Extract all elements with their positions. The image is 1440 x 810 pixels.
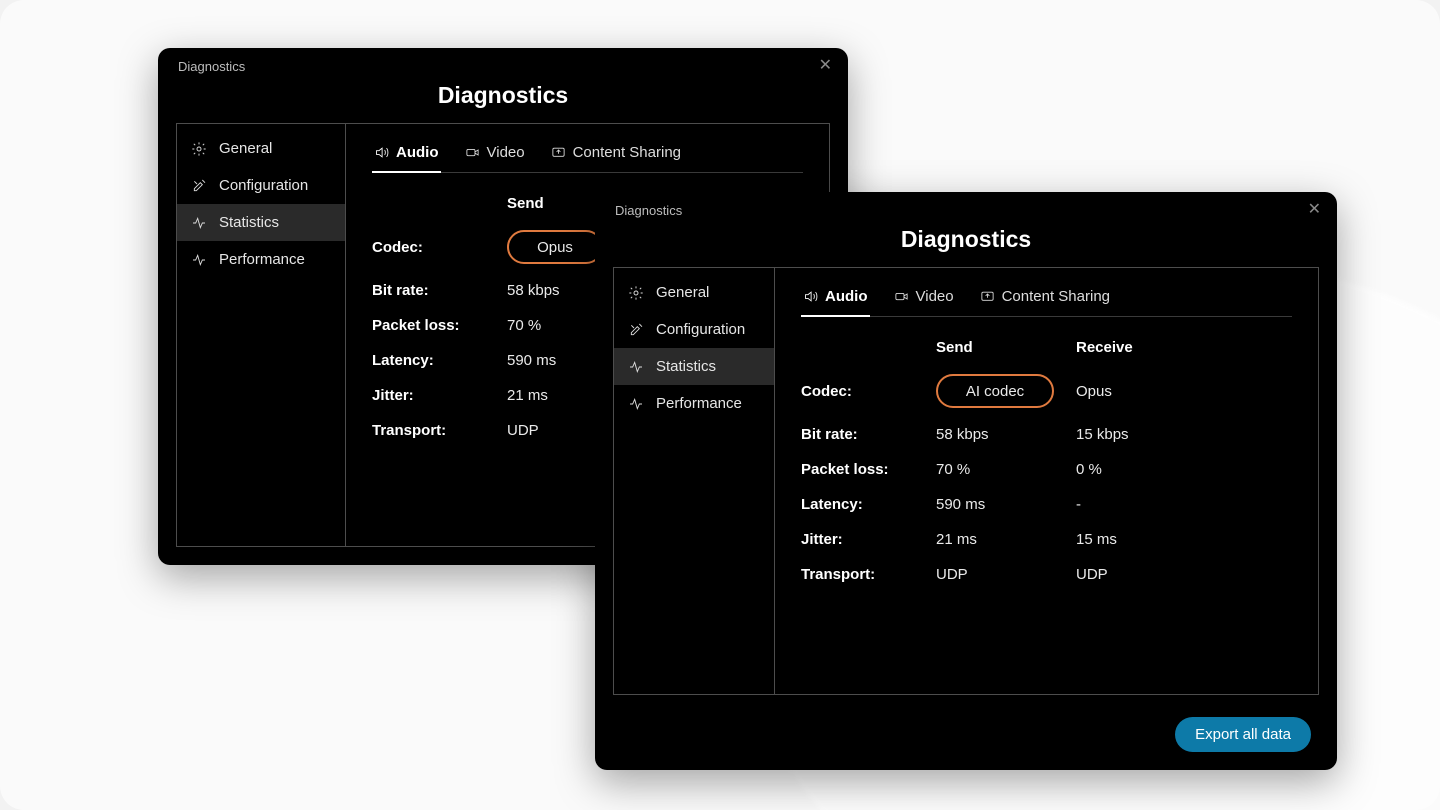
row-label-transport: Transport: bbox=[801, 566, 936, 583]
dialog-panel: General Configuration Statistics Perform… bbox=[613, 267, 1319, 695]
tab-label: Audio bbox=[396, 144, 439, 161]
sidebar-item-label: Performance bbox=[219, 251, 305, 268]
bitrate-receive-value: 15 kbps bbox=[1076, 426, 1196, 443]
sidebar-item-statistics[interactable]: Statistics bbox=[614, 348, 774, 385]
sidebar-item-label: Performance bbox=[656, 395, 742, 412]
sidebar-item-label: General bbox=[219, 140, 272, 157]
row-label-transport: Transport: bbox=[372, 422, 507, 439]
media-tabs: Audio Video Content Sharing bbox=[372, 138, 803, 173]
sidebar-item-configuration[interactable]: Configuration bbox=[614, 311, 774, 348]
packetloss-send-value: 70 % bbox=[936, 461, 1076, 478]
dialog-heading: Diagnostics bbox=[595, 226, 1337, 253]
dialog-titlebar: Diagnostics ✕ bbox=[158, 48, 848, 78]
col-send: Send bbox=[936, 339, 1076, 356]
codec-receive-value: Opus bbox=[1076, 383, 1196, 400]
dialog-footer: Export all data bbox=[595, 713, 1337, 770]
media-tabs: Audio Video Content Sharing bbox=[801, 282, 1292, 317]
stats-table: Send Receive Codec: AI codec Opus Bit ra… bbox=[801, 339, 1292, 583]
sidebar-item-label: Configuration bbox=[219, 177, 308, 194]
codec-send-value: AI codec bbox=[936, 374, 1076, 408]
sidebar-item-general[interactable]: General bbox=[177, 130, 345, 167]
row-label-packetloss: Packet loss: bbox=[372, 317, 507, 334]
tab-label: Video bbox=[487, 144, 525, 161]
row-label-bitrate: Bit rate: bbox=[372, 282, 507, 299]
row-label-jitter: Jitter: bbox=[801, 531, 936, 548]
tab-label: Video bbox=[916, 288, 954, 305]
content-area: Audio Video Content Sharing Send Receive bbox=[775, 268, 1318, 694]
close-icon[interactable]: ✕ bbox=[819, 58, 832, 74]
sidebar-item-label: Configuration bbox=[656, 321, 745, 338]
sidebar-item-performance[interactable]: Performance bbox=[177, 241, 345, 278]
bitrate-send-value: 58 kbps bbox=[936, 426, 1076, 443]
col-receive: Receive bbox=[1076, 339, 1196, 356]
tab-audio[interactable]: Audio bbox=[372, 138, 441, 173]
sidebar-item-statistics[interactable]: Statistics bbox=[177, 204, 345, 241]
diagnostics-dialog-after: Diagnostics ✕ Diagnostics General Config… bbox=[595, 192, 1337, 770]
close-icon[interactable]: ✕ bbox=[1308, 202, 1321, 218]
export-all-data-button[interactable]: Export all data bbox=[1175, 717, 1311, 752]
activity-icon bbox=[628, 396, 644, 412]
activity-icon bbox=[628, 359, 644, 375]
tools-icon bbox=[628, 322, 644, 338]
tools-icon bbox=[191, 178, 207, 194]
jitter-send-value: 21 ms bbox=[936, 531, 1076, 548]
transport-receive-value: UDP bbox=[1076, 566, 1196, 583]
activity-icon bbox=[191, 252, 207, 268]
activity-icon bbox=[191, 215, 207, 231]
tab-video[interactable]: Video bbox=[463, 138, 527, 173]
share-screen-icon bbox=[551, 145, 566, 160]
sidebar-item-performance[interactable]: Performance bbox=[614, 385, 774, 422]
row-label-packetloss: Packet loss: bbox=[801, 461, 936, 478]
row-label-jitter: Jitter: bbox=[372, 387, 507, 404]
video-icon bbox=[465, 145, 480, 160]
tab-content-sharing[interactable]: Content Sharing bbox=[978, 282, 1112, 317]
share-screen-icon bbox=[980, 289, 995, 304]
codec-highlight: Opus bbox=[507, 230, 603, 264]
sidebar-item-general[interactable]: General bbox=[614, 274, 774, 311]
row-label-codec: Codec: bbox=[801, 383, 936, 400]
row-label-codec: Codec: bbox=[372, 239, 507, 256]
dialog-heading: Diagnostics bbox=[158, 82, 848, 109]
tab-audio[interactable]: Audio bbox=[801, 282, 870, 317]
gear-icon bbox=[191, 141, 207, 157]
sidebar: General Configuration Statistics Perform… bbox=[614, 268, 775, 694]
row-label-latency: Latency: bbox=[801, 496, 936, 513]
tab-label: Audio bbox=[825, 288, 868, 305]
packetloss-receive-value: 0 % bbox=[1076, 461, 1196, 478]
row-label-bitrate: Bit rate: bbox=[801, 426, 936, 443]
sidebar-item-label: Statistics bbox=[219, 214, 279, 231]
speaker-icon bbox=[374, 145, 389, 160]
tab-label: Content Sharing bbox=[573, 144, 681, 161]
gear-icon bbox=[628, 285, 644, 301]
tab-label: Content Sharing bbox=[1002, 288, 1110, 305]
dialog-titlebar: Diagnostics ✕ bbox=[595, 192, 1337, 222]
tab-content-sharing[interactable]: Content Sharing bbox=[549, 138, 683, 173]
dialog-titlebar-text: Diagnostics bbox=[615, 203, 682, 218]
transport-send-value: UDP bbox=[936, 566, 1076, 583]
latency-receive-value: - bbox=[1076, 496, 1196, 513]
video-icon bbox=[894, 289, 909, 304]
sidebar-item-label: General bbox=[656, 284, 709, 301]
dialog-titlebar-text: Diagnostics bbox=[178, 59, 245, 74]
speaker-icon bbox=[803, 289, 818, 304]
sidebar-item-configuration[interactable]: Configuration bbox=[177, 167, 345, 204]
sidebar: General Configuration Statistics Perform… bbox=[177, 124, 346, 546]
sidebar-item-label: Statistics bbox=[656, 358, 716, 375]
row-label-latency: Latency: bbox=[372, 352, 507, 369]
jitter-receive-value: 15 ms bbox=[1076, 531, 1196, 548]
codec-highlight: AI codec bbox=[936, 374, 1054, 408]
tab-video[interactable]: Video bbox=[892, 282, 956, 317]
latency-send-value: 590 ms bbox=[936, 496, 1076, 513]
